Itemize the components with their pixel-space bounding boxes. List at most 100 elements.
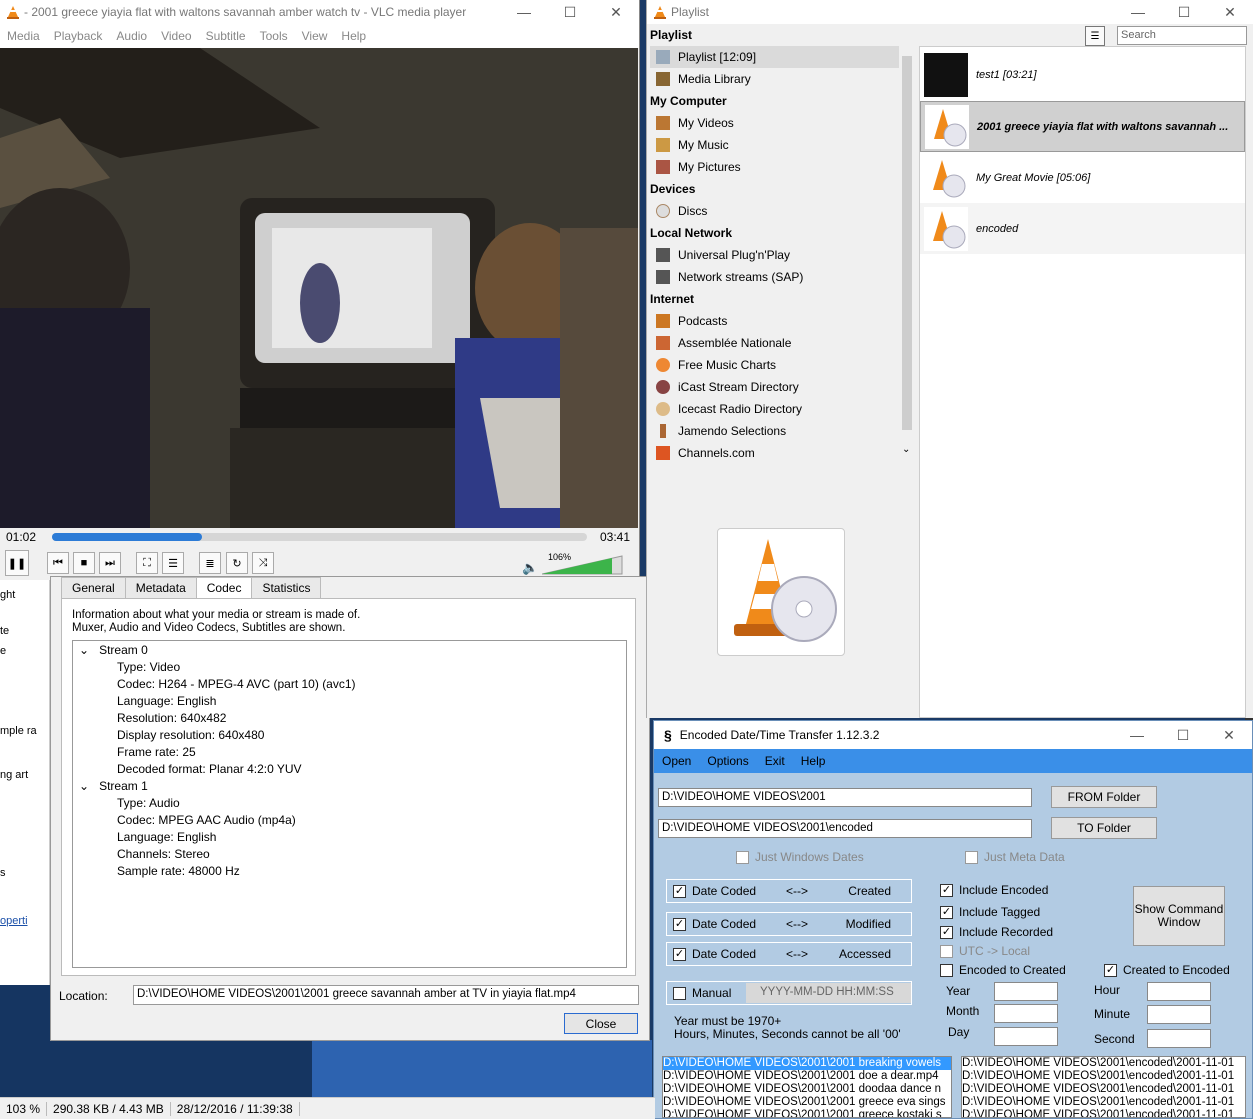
tree-node[interactable]: ⌄ Stream 1 xyxy=(79,779,148,793)
previous-button[interactable]: ⏮ xyxy=(47,552,69,574)
utc-local-checkbox[interactable]: UTC -> Local xyxy=(940,944,1030,958)
minimize-button[interactable]: — xyxy=(1115,4,1161,21)
sidebar-item-podcasts[interactable]: Podcasts xyxy=(650,310,899,332)
sidebar-item-icast[interactable]: iCast Stream Directory xyxy=(650,376,899,398)
manual-checkbox[interactable] xyxy=(673,986,686,1000)
close-button[interactable]: ✕ xyxy=(1207,4,1253,21)
manual-date-input[interactable]: YYYY-MM-DD HH:MM:SS xyxy=(746,983,911,1003)
extended-settings-button[interactable]: ☰ xyxy=(162,552,184,574)
scrollbar-thumb[interactable] xyxy=(902,56,912,430)
location-field[interactable]: D:\VIDEO\HOME VIDEOS\2001\2001 greece sa… xyxy=(133,985,639,1005)
checkbox[interactable]: ✓ xyxy=(673,917,686,931)
codec-tree[interactable]: ⌄ Stream 0 Type: Video Codec: H264 - MPE… xyxy=(72,640,627,968)
next-button[interactable]: ⏭ xyxy=(99,552,121,574)
menu-open[interactable]: Open xyxy=(654,754,699,768)
loop-button[interactable]: ↻ xyxy=(226,552,248,574)
minimize-button[interactable]: — xyxy=(1114,727,1160,744)
list-item[interactable]: D:\VIDEO\HOME VIDEOS\2001\encoded\2001-1… xyxy=(962,1070,1245,1083)
day-input[interactable] xyxy=(994,1027,1058,1046)
to-folder-button[interactable]: TO Folder xyxy=(1051,817,1157,839)
menu-options[interactable]: Options xyxy=(699,754,756,768)
tab-codec[interactable]: Codec xyxy=(195,577,253,600)
list-item[interactable]: D:\VIDEO\HOME VIDEOS\2001\2001 doodaa da… xyxy=(663,1083,951,1096)
menu-subtitle[interactable]: Subtitle xyxy=(199,29,253,43)
menu-audio[interactable]: Audio xyxy=(109,29,154,43)
list-item[interactable]: D:\VIDEO\HOME VIDEOS\2001\2001 greece ko… xyxy=(663,1109,951,1117)
month-input[interactable] xyxy=(994,1004,1058,1023)
menu-view[interactable]: View xyxy=(295,29,335,43)
shuffle-button[interactable]: ⤨ xyxy=(252,552,274,574)
list-item[interactable]: D:\VIDEO\HOME VIDEOS\2001\2001 breaking … xyxy=(663,1057,951,1070)
date-coded-created-row[interactable]: ✓ Date Coded <--> Created xyxy=(666,879,912,903)
menu-tools[interactable]: Tools xyxy=(253,29,295,43)
chevron-down-icon[interactable]: ⌄ xyxy=(902,444,910,455)
sidebar-item-my-pictures[interactable]: My Pictures xyxy=(650,156,899,178)
playlist-entry[interactable]: encoded xyxy=(920,203,1245,254)
just-windows-dates-checkbox[interactable]: Just Windows Dates xyxy=(736,850,864,864)
checkbox[interactable]: ✓ xyxy=(673,884,686,898)
playlist-search-input[interactable]: Search xyxy=(1117,26,1247,45)
tree-node[interactable]: ⌄ Stream 0 xyxy=(79,643,148,657)
from-folder-button[interactable]: FROM Folder xyxy=(1051,786,1157,808)
sidebar-item-upnp[interactable]: Universal Plug'n'Play xyxy=(650,244,899,266)
hour-input[interactable] xyxy=(1147,982,1211,1001)
tab-metadata[interactable]: Metadata xyxy=(124,577,197,600)
playlist-entry[interactable]: 2001 greece yiayia flat with waltons sav… xyxy=(920,101,1245,152)
include-encoded-checkbox[interactable]: ✓ Include Encoded xyxy=(940,883,1048,897)
from-folder-field[interactable]: D:\VIDEO\HOME VIDEOS\2001 xyxy=(658,788,1032,807)
close-button[interactable]: ✕ xyxy=(1206,727,1252,744)
tab-statistics[interactable]: Statistics xyxy=(251,577,322,600)
sidebar-item-jamendo[interactable]: Jamendo Selections xyxy=(650,420,899,442)
date-coded-modified-row[interactable]: ✓ Date Coded <--> Modified xyxy=(666,912,912,936)
just-meta-data-checkbox[interactable]: Just Meta Data xyxy=(965,850,1065,864)
include-tagged-checkbox[interactable]: ✓ Include Tagged xyxy=(940,905,1040,919)
sidebar-item-my-music[interactable]: My Music xyxy=(650,134,899,156)
year-input[interactable] xyxy=(994,982,1058,1001)
sidebar-item-icecast[interactable]: Icecast Radio Directory xyxy=(650,398,899,420)
menu-help[interactable]: Help xyxy=(793,754,834,768)
list-item[interactable]: D:\VIDEO\HOME VIDEOS\2001\2001 doe a dea… xyxy=(663,1070,951,1083)
sidebar-item-discs[interactable]: Discs xyxy=(650,200,899,222)
encoded-to-created-checkbox[interactable]: Encoded to Created xyxy=(940,963,1066,977)
date-coded-accessed-row[interactable]: ✓ Date Coded <--> Accessed xyxy=(666,942,912,966)
sidebar-item-sap[interactable]: Network streams (SAP) xyxy=(650,266,899,288)
include-recorded-checkbox[interactable]: ✓ Include Recorded xyxy=(940,925,1053,939)
sidebar-item-channels[interactable]: Channels.com xyxy=(650,442,899,464)
pause-button[interactable]: ❚❚ xyxy=(5,550,29,576)
list-item[interactable]: D:\VIDEO\HOME VIDEOS\2001\encoded\2001-1… xyxy=(962,1109,1245,1117)
close-button[interactable]: Close xyxy=(564,1013,638,1034)
menu-playback[interactable]: Playback xyxy=(47,29,110,43)
target-file-list[interactable]: D:\VIDEO\HOME VIDEOS\2001\encoded\2001-1… xyxy=(961,1056,1246,1118)
maximize-button[interactable]: ☐ xyxy=(1161,4,1207,21)
speaker-icon[interactable]: 🔈 xyxy=(522,560,538,576)
to-folder-field[interactable]: D:\VIDEO\HOME VIDEOS\2001\encoded xyxy=(658,819,1032,838)
playlist-toggle-button[interactable]: ≣ xyxy=(199,552,221,574)
sidebar-item-my-videos[interactable]: My Videos xyxy=(650,112,899,134)
close-button[interactable]: ✕ xyxy=(593,4,639,21)
list-item[interactable]: D:\VIDEO\HOME VIDEOS\2001\encoded\2001-1… xyxy=(962,1083,1245,1096)
checkbox[interactable]: ✓ xyxy=(673,947,686,961)
list-item[interactable]: D:\VIDEO\HOME VIDEOS\2001\encoded\2001-1… xyxy=(962,1096,1245,1109)
sidebar-item-assemblee[interactable]: Assemblée Nationale xyxy=(650,332,899,354)
minute-input[interactable] xyxy=(1147,1005,1211,1024)
video-frame[interactable] xyxy=(0,48,638,528)
maximize-button[interactable]: ☐ xyxy=(547,4,593,21)
sidebar-item-media-library[interactable]: Media Library xyxy=(650,68,899,90)
show-command-window-button[interactable]: Show Command Window xyxy=(1133,886,1225,946)
sidebar-item-free-music-charts[interactable]: Free Music Charts xyxy=(650,354,899,376)
list-item[interactable]: D:\VIDEO\HOME VIDEOS\2001\2001 greece ev… xyxy=(663,1096,951,1109)
menu-exit[interactable]: Exit xyxy=(757,754,793,768)
chevron-down-icon[interactable]: ⌄ xyxy=(79,643,89,657)
menu-media[interactable]: Media xyxy=(0,29,47,43)
sidebar-item-playlist[interactable]: Playlist [12:09] xyxy=(650,46,899,68)
maximize-button[interactable]: ☐ xyxy=(1160,727,1206,744)
stop-button[interactable]: ■ xyxy=(73,552,95,574)
tab-general[interactable]: General xyxy=(61,577,126,600)
sidebar-scrollbar[interactable]: ⌄ xyxy=(899,46,915,460)
playlist-entry[interactable]: test1 [03:21] xyxy=(920,49,1245,100)
minimize-button[interactable]: — xyxy=(501,4,547,21)
menu-help[interactable]: Help xyxy=(334,29,373,43)
menu-video[interactable]: Video xyxy=(154,29,198,43)
fullscreen-button[interactable]: ⛶ xyxy=(136,552,158,574)
list-item[interactable]: D:\VIDEO\HOME VIDEOS\2001\encoded\2001-1… xyxy=(962,1057,1245,1070)
